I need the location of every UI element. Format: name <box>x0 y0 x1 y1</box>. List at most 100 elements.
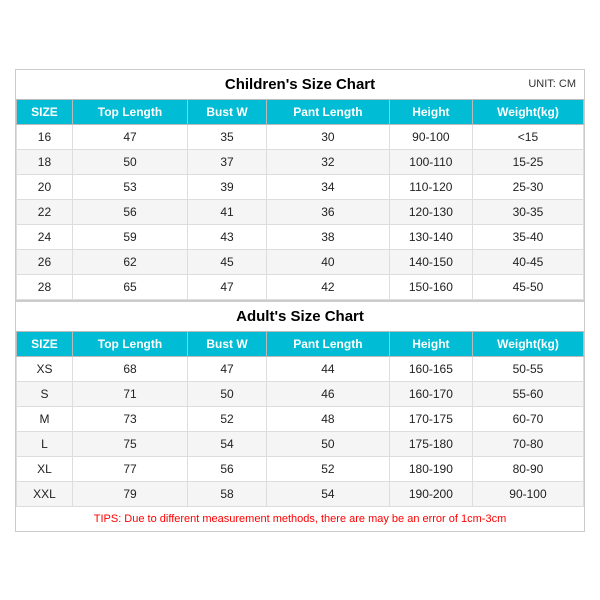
table-cell: 90-100 <box>389 124 472 149</box>
table-row: M735248170-17560-70 <box>17 406 584 431</box>
table-cell: 60-70 <box>472 406 583 431</box>
table-cell: 190-200 <box>389 481 472 506</box>
table-cell: S <box>17 381 73 406</box>
table-cell: 35 <box>188 124 267 149</box>
table-cell: XL <box>17 456 73 481</box>
table-cell: 80-90 <box>472 456 583 481</box>
table-cell: 44 <box>266 356 389 381</box>
table-cell: 36 <box>266 199 389 224</box>
table-cell: 50 <box>72 149 187 174</box>
table-cell: XS <box>17 356 73 381</box>
table-cell: 43 <box>188 224 267 249</box>
table-row: XXL795854190-20090-100 <box>17 481 584 506</box>
adult-header-pant-length: Pant Length <box>266 331 389 356</box>
header-height: Height <box>389 99 472 124</box>
table-cell: 130-140 <box>389 224 472 249</box>
table-row: S715046160-17055-60 <box>17 381 584 406</box>
children-header-row: SIZE Top Length Bust W Pant Length Heigh… <box>17 99 584 124</box>
unit-label: UNIT: CM <box>528 78 576 90</box>
table-cell: L <box>17 431 73 456</box>
table-cell: 26 <box>17 249 73 274</box>
table-cell: M <box>17 406 73 431</box>
table-cell: 90-100 <box>472 481 583 506</box>
children-table: SIZE Top Length Bust W Pant Length Heigh… <box>16 99 584 300</box>
table-cell: 150-160 <box>389 274 472 299</box>
table-cell: 180-190 <box>389 456 472 481</box>
table-row: XL775652180-19080-90 <box>17 456 584 481</box>
table-cell: <15 <box>472 124 583 149</box>
table-cell: 47 <box>188 356 267 381</box>
table-cell: 62 <box>72 249 187 274</box>
table-cell: 58 <box>188 481 267 506</box>
tips-text: TIPS: Due to different measurement metho… <box>16 507 584 531</box>
table-cell: 52 <box>266 456 389 481</box>
table-cell: 175-180 <box>389 431 472 456</box>
table-row: 26624540140-15040-45 <box>17 249 584 274</box>
table-cell: 56 <box>72 199 187 224</box>
adult-header-top-length: Top Length <box>72 331 187 356</box>
table-cell: 71 <box>72 381 187 406</box>
table-cell: 20 <box>17 174 73 199</box>
table-cell: 73 <box>72 406 187 431</box>
header-top-length: Top Length <box>72 99 187 124</box>
table-cell: 50 <box>188 381 267 406</box>
table-cell: 28 <box>17 274 73 299</box>
table-cell: 30 <box>266 124 389 149</box>
children-section-title: Children's Size Chart UNIT: CM <box>16 70 584 99</box>
children-title-text: Children's Size Chart <box>225 76 375 93</box>
adult-header-size: SIZE <box>17 331 73 356</box>
table-cell: 65 <box>72 274 187 299</box>
table-cell: 46 <box>266 381 389 406</box>
table-row: XS684744160-16550-55 <box>17 356 584 381</box>
adult-header-bust-w: Bust W <box>188 331 267 356</box>
table-cell: 15-25 <box>472 149 583 174</box>
adult-header-height: Height <box>389 331 472 356</box>
table-cell: 55-60 <box>472 381 583 406</box>
table-cell: 54 <box>188 431 267 456</box>
table-cell: 160-170 <box>389 381 472 406</box>
table-row: L755450175-18070-80 <box>17 431 584 456</box>
table-cell: 56 <box>188 456 267 481</box>
table-row: 20533934110-12025-30 <box>17 174 584 199</box>
header-size: SIZE <box>17 99 73 124</box>
adult-header-row: SIZE Top Length Bust W Pant Length Heigh… <box>17 331 584 356</box>
table-cell: 34 <box>266 174 389 199</box>
table-cell: 59 <box>72 224 187 249</box>
table-cell: 38 <box>266 224 389 249</box>
adult-table: SIZE Top Length Bust W Pant Length Heigh… <box>16 331 584 507</box>
table-cell: 75 <box>72 431 187 456</box>
table-cell: 40-45 <box>472 249 583 274</box>
table-cell: 24 <box>17 224 73 249</box>
table-cell: 22 <box>17 199 73 224</box>
table-cell: 140-150 <box>389 249 472 274</box>
table-cell: 25-30 <box>472 174 583 199</box>
table-cell: 120-130 <box>389 199 472 224</box>
table-cell: 45 <box>188 249 267 274</box>
table-cell: XXL <box>17 481 73 506</box>
table-cell: 170-175 <box>389 406 472 431</box>
table-row: 22564136120-13030-35 <box>17 199 584 224</box>
table-cell: 54 <box>266 481 389 506</box>
table-row: 28654742150-16045-50 <box>17 274 584 299</box>
table-cell: 32 <box>266 149 389 174</box>
table-cell: 47 <box>72 124 187 149</box>
table-cell: 50 <box>266 431 389 456</box>
table-cell: 30-35 <box>472 199 583 224</box>
adult-header-weight: Weight(kg) <box>472 331 583 356</box>
header-weight: Weight(kg) <box>472 99 583 124</box>
header-pant-length: Pant Length <box>266 99 389 124</box>
table-cell: 52 <box>188 406 267 431</box>
table-cell: 68 <box>72 356 187 381</box>
table-cell: 100-110 <box>389 149 472 174</box>
header-bust-w: Bust W <box>188 99 267 124</box>
table-cell: 18 <box>17 149 73 174</box>
adult-section-title: Adult's Size Chart <box>16 300 584 331</box>
table-cell: 35-40 <box>472 224 583 249</box>
size-chart-container: Children's Size Chart UNIT: CM SIZE Top … <box>15 69 585 532</box>
table-cell: 41 <box>188 199 267 224</box>
table-cell: 50-55 <box>472 356 583 381</box>
table-cell: 79 <box>72 481 187 506</box>
table-cell: 47 <box>188 274 267 299</box>
table-row: 1647353090-100<15 <box>17 124 584 149</box>
table-cell: 77 <box>72 456 187 481</box>
